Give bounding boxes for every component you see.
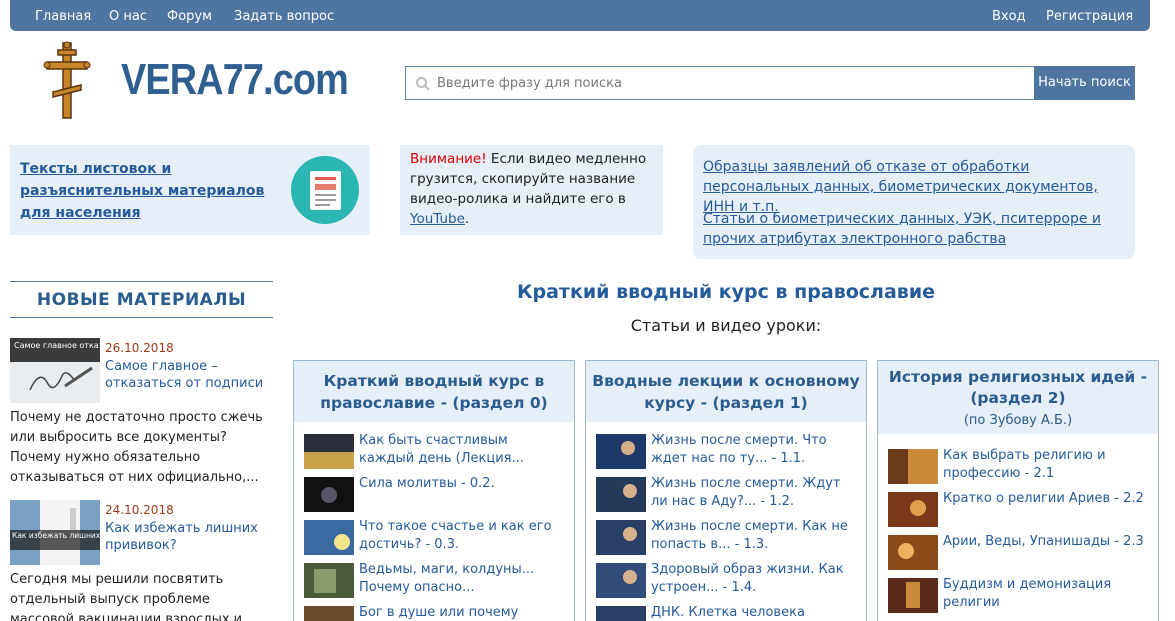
warning-end: . — [464, 211, 470, 227]
orthodox-cross-logo-icon[interactable] — [43, 40, 91, 120]
nav-login[interactable]: Вход — [992, 9, 1026, 24]
section-title[interactable]: Краткий вводный курс в православие - (ра… — [320, 372, 547, 412]
course-subheading: Статьи и видео уроки: — [630, 316, 822, 335]
section-heading[interactable]: Краткий вводный курс в православие - (ра… — [294, 361, 574, 422]
video-thumbnail[interactable] — [596, 477, 646, 512]
video-title-link[interactable]: Ведьмы, маги, колдуны... Почему опасно..… — [359, 561, 564, 597]
warning-label: Внимание! — [410, 151, 487, 167]
video-title-link[interactable]: ДНК. Клетка человека (Лекция — [651, 604, 856, 621]
video-item[interactable]: ДНК. Клетка человека (Лекция — [596, 604, 858, 621]
nav-register[interactable]: Регистрация — [1046, 9, 1133, 24]
documents-box: Образцы заявлений об отказе от обработки… — [693, 145, 1135, 259]
video-item[interactable]: Жизнь после смерти. Ждут ли нас в Аду?..… — [596, 475, 858, 517]
section-author: (по Зубову А.Б.) — [963, 413, 1073, 428]
video-thumbnail[interactable] — [304, 606, 354, 621]
course-heading: Краткий вводный курс в православие — [516, 281, 936, 303]
video-title-link[interactable]: Жизнь после смерти. Как не попасть в... … — [651, 518, 856, 554]
video-title-link[interactable]: Арии, Веды, Упанишады - 2.3 — [943, 533, 1148, 551]
nav-ask-question[interactable]: Задать вопрос — [234, 9, 334, 24]
video-item[interactable]: Жизнь после смерти. Как не попасть в... … — [596, 518, 858, 560]
video-title-link[interactable]: Кратко о религии Ариев - 2.2 — [943, 490, 1148, 508]
site-logo-text[interactable]: VERA77.com — [121, 55, 349, 105]
news-date: 26.10.2018 — [105, 341, 174, 355]
video-item[interactable]: Арии, Веды, Упанишады - 2.3 — [888, 533, 1150, 575]
video-item[interactable]: Сила молитвы - 0.2. — [304, 475, 566, 517]
section-heading[interactable]: Вводные лекции к основному курсу - (разд… — [586, 361, 866, 422]
document-icon[interactable] — [291, 156, 359, 224]
news-excerpt: Сегодня мы решили посвятить отдельный вы… — [10, 572, 243, 621]
news-date: 24.10.2018 — [105, 503, 174, 517]
course-section-1: Вводные лекции к основному курсу - (разд… — [585, 360, 867, 621]
section-title[interactable]: История религиозных идей - (раздел 2) — [889, 368, 1147, 407]
video-thumbnail[interactable] — [596, 434, 646, 469]
video-title-link[interactable]: Бог в душе или почему человек — [359, 604, 564, 621]
new-materials-heading: НОВЫЕ МАТЕРИАЛЫ — [10, 281, 273, 318]
nav-forum[interactable]: Форум — [167, 9, 212, 24]
video-thumbnail[interactable] — [888, 578, 938, 613]
svg-text:Самое главное отказаться от по: Самое главное отказаться от подписи — [14, 341, 100, 350]
leaflets-box: Тексты листовок и разъяснительных матери… — [10, 145, 370, 235]
news-thumbnail[interactable]: Самое главное отказаться от подписи — [10, 338, 100, 403]
video-title-link[interactable]: Жизнь после смерти. Ждут ли нас в Аду?..… — [651, 475, 856, 511]
warning-box: Внимание! Если видео медленно грузится, … — [400, 145, 663, 235]
news-title-link[interactable]: Как избежать лишних прививок? — [105, 520, 270, 554]
nav-about[interactable]: О нас — [109, 9, 147, 24]
video-title-link[interactable]: Сила молитвы - 0.2. — [359, 475, 564, 493]
video-thumbnail[interactable] — [596, 563, 646, 598]
video-thumbnail[interactable] — [304, 520, 354, 555]
section-heading[interactable]: История религиозных идей - (раздел 2) (п… — [878, 361, 1158, 434]
video-thumbnail[interactable] — [888, 535, 938, 570]
video-thumbnail[interactable] — [888, 449, 938, 484]
warning-text: Внимание! Если видео медленно грузится, … — [410, 149, 660, 229]
course-section-2: История религиозных идей - (раздел 2) (п… — [877, 360, 1159, 621]
video-title-link[interactable]: Как выбрать религию и профессию - 2.1 — [943, 447, 1148, 483]
course-section-0: Краткий вводный курс в православие - (ра… — [293, 360, 575, 621]
search-input[interactable]: Введите фразу для поиска — [405, 66, 1035, 100]
video-thumbnail[interactable] — [596, 606, 646, 621]
leaflets-link[interactable]: Тексты листовок и разъяснительных матери… — [20, 158, 282, 224]
video-item[interactable]: Как выбрать религию и профессию - 2.1 — [888, 447, 1150, 489]
search-icon — [416, 77, 430, 91]
video-thumbnail[interactable] — [304, 563, 354, 598]
top-nav: Главная О нас Форум Задать вопрос Вход Р… — [10, 0, 1150, 31]
svg-text:Как избежать лишних прививок?: Как избежать лишних прививок? — [12, 531, 100, 540]
video-item[interactable]: Бог в душе или почему человек — [304, 604, 566, 621]
nav-home[interactable]: Главная — [35, 9, 91, 24]
video-title-link[interactable]: Буддизм и демонизация религии — [943, 576, 1148, 612]
video-title-link[interactable]: Что такое счастье и как его достичь? - 0… — [359, 518, 564, 554]
video-item[interactable]: Как быть счастливым каждый день (Лекция.… — [304, 432, 566, 474]
search-placeholder: Введите фразу для поиска — [437, 76, 622, 91]
news-excerpt: Почему не достаточно просто сжечь или вы… — [10, 410, 263, 485]
video-title-link[interactable]: Жизнь после смерти. Что ждет нас по ту..… — [651, 432, 856, 468]
video-thumbnail[interactable] — [596, 520, 646, 555]
video-item[interactable]: Что такое счастье и как его достичь? - 0… — [304, 518, 566, 560]
news-thumbnail[interactable]: Как избежать лишних прививок? — [10, 500, 100, 565]
youtube-link[interactable]: YouTube — [410, 211, 465, 227]
video-thumbnail[interactable] — [304, 477, 354, 512]
video-item[interactable]: Ведьмы, маги, колдуны... Почему опасно..… — [304, 561, 566, 603]
search-button[interactable]: Начать поиск — [1034, 66, 1135, 100]
refusal-samples-link[interactable]: Образцы заявлений об отказе от обработки… — [703, 157, 1128, 217]
video-item[interactable]: Жизнь после смерти. Что ждет нас по ту..… — [596, 432, 858, 474]
video-title-link[interactable]: Как быть счастливым каждый день (Лекция.… — [359, 432, 564, 468]
video-item[interactable]: Здоровый образ жизни. Как устроен... - 1… — [596, 561, 858, 603]
video-thumbnail[interactable] — [888, 492, 938, 527]
video-item[interactable]: Кратко о религии Ариев - 2.2 — [888, 490, 1150, 532]
video-thumbnail[interactable] — [304, 434, 354, 469]
video-item[interactable]: Буддизм и демонизация религии — [888, 576, 1150, 618]
video-title-link[interactable]: Здоровый образ жизни. Как устроен... - 1… — [651, 561, 856, 597]
news-title-link[interactable]: Самое главное – отказаться от подписи — [105, 358, 270, 392]
biometrics-articles-link[interactable]: Статьи о биометрических данных, УЭК, пси… — [703, 209, 1128, 249]
section-title[interactable]: Вводные лекции к основному курсу - (разд… — [592, 372, 859, 412]
